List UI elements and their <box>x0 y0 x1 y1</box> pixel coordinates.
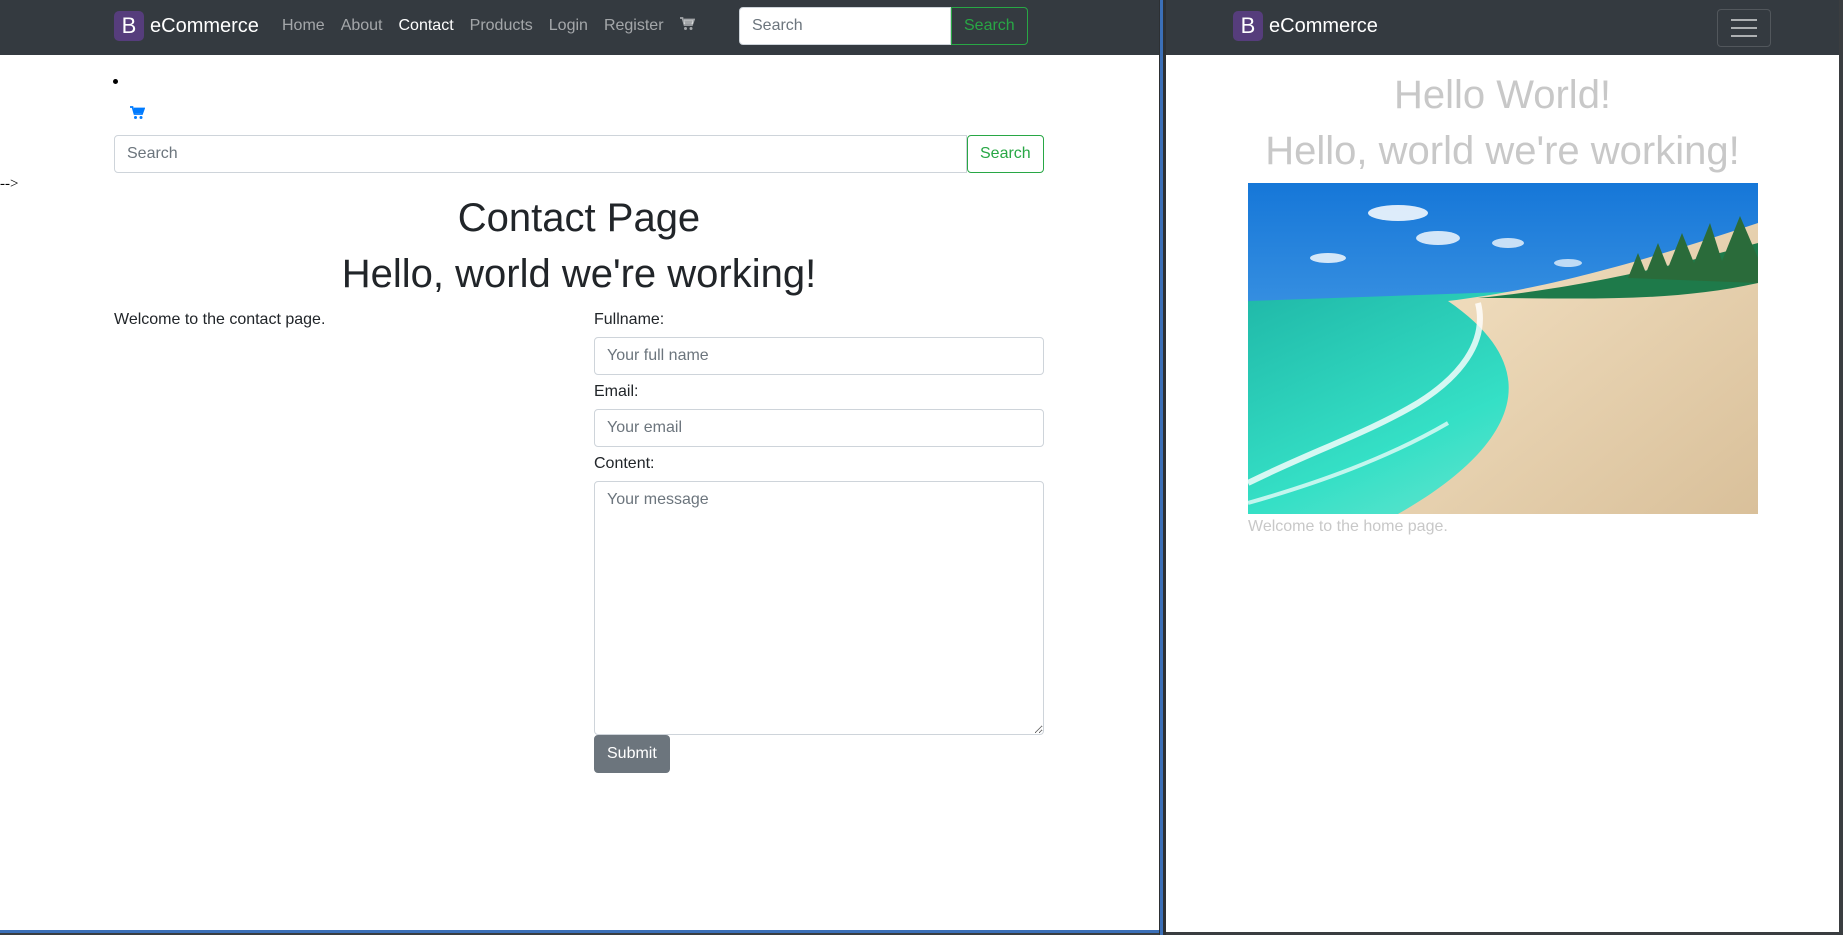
top-navbar: B eCommerce Home About Contact Products … <box>0 0 1159 55</box>
body-search-button[interactable]: Search <box>967 135 1044 173</box>
welcome-text: Welcome to the contact page. <box>114 311 326 328</box>
nav-link-contact[interactable]: Contact <box>399 17 454 36</box>
hello-heading: Hello, world we're working! <box>1265 129 1740 173</box>
bootstrap-logo-icon: B <box>114 11 144 41</box>
submit-button[interactable]: Submit <box>594 735 670 773</box>
nav-links: Home About Contact Products Login Regist… <box>282 17 711 36</box>
content-label: Content: <box>594 455 655 472</box>
beach-photo <box>1248 183 1758 514</box>
body-search-input[interactable] <box>114 135 967 173</box>
hamburger-menu-icon[interactable] <box>1717 9 1771 47</box>
hello-world-heading: Hello World! <box>1393 73 1612 117</box>
navbar-search-form: Search <box>739 7 1028 45</box>
top-navbar-collapsed: B eCommerce <box>1166 0 1839 55</box>
email-label: Email: <box>594 383 639 400</box>
page-title: Contact Page <box>457 196 701 240</box>
body-search-form: Search <box>114 135 1044 173</box>
navbar-search-input[interactable] <box>739 7 951 45</box>
left-browser-pane: B eCommerce Home About Contact Products … <box>0 0 1159 930</box>
stray-comment-text: --> <box>0 176 19 192</box>
pane-divider[interactable] <box>1159 0 1166 935</box>
nav-link-register[interactable]: Register <box>604 17 664 36</box>
home-welcome-text: Welcome to the home page. <box>1248 518 1448 535</box>
window-border <box>0 930 1159 933</box>
shopping-cart-icon[interactable] <box>679 17 695 36</box>
navbar-brand[interactable]: B eCommerce <box>114 11 259 41</box>
list-bullet <box>113 79 118 84</box>
bootstrap-logo-icon: B <box>1233 11 1263 41</box>
brand-name: eCommerce <box>1269 14 1378 37</box>
fullname-label: Fullname: <box>594 311 665 328</box>
email-field[interactable] <box>594 409 1044 447</box>
hello-heading: Hello, world we're working! <box>341 252 817 296</box>
nav-link-login[interactable]: Login <box>549 17 588 36</box>
brand-name: eCommerce <box>150 14 259 37</box>
navbar-brand[interactable]: B eCommerce <box>1233 11 1378 41</box>
navbar-search-button[interactable]: Search <box>951 7 1028 45</box>
fullname-field[interactable] <box>594 337 1044 375</box>
contact-form: Fullname: Email: Content: Submit <box>594 311 1044 773</box>
nav-link-home[interactable]: Home <box>282 17 325 36</box>
nav-link-products[interactable]: Products <box>470 17 533 36</box>
right-browser-pane: B eCommerce Hello World! Hello, world we… <box>1166 0 1839 932</box>
message-textarea[interactable] <box>594 481 1044 735</box>
shopping-cart-icon[interactable] <box>130 106 146 125</box>
nav-link-about[interactable]: About <box>341 17 383 36</box>
